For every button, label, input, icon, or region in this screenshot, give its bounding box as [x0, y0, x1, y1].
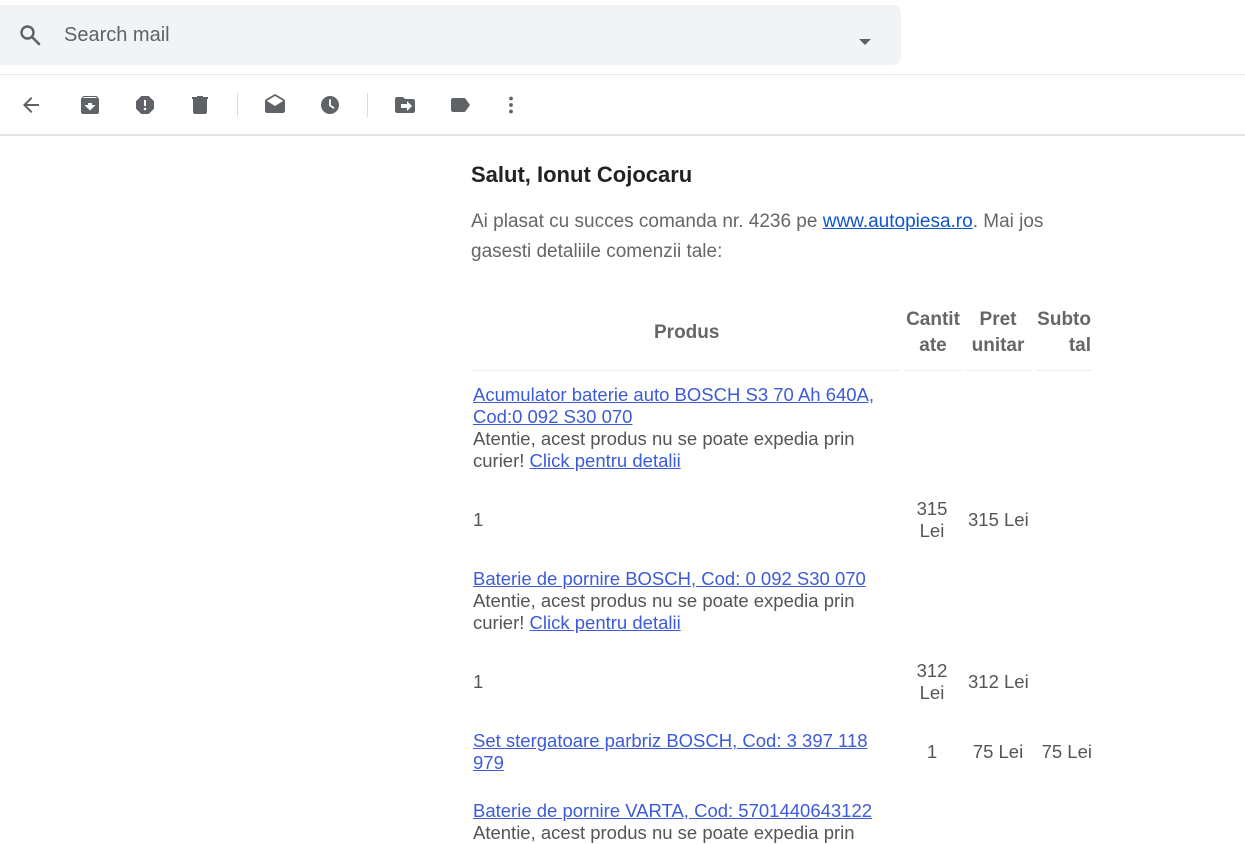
labels-button[interactable] — [448, 93, 472, 117]
item-subtotal: 315 Lei — [968, 509, 1029, 530]
delete-button[interactable] — [188, 93, 212, 117]
shipping-note: Atentie, acest produs nu se poate expedi… — [473, 590, 855, 633]
toolbar-separator — [367, 93, 368, 117]
message-toolbar — [0, 76, 1245, 134]
back-button[interactable] — [19, 93, 43, 117]
product-link-bosch-s3[interactable]: Acumulator baterie auto BOSCH S3 70 Ah 6… — [473, 384, 874, 428]
details-link[interactable]: Click pentru detalii — [530, 450, 681, 471]
snooze-button[interactable] — [318, 93, 342, 117]
label-icon — [451, 98, 470, 112]
email-intro: Ai plasat cu succes comanda nr. 4236 pe … — [471, 211, 1044, 262]
report-spam-icon — [136, 96, 154, 114]
snooze-icon — [321, 96, 339, 114]
toolbar-separator — [237, 93, 238, 117]
report-spam-button[interactable] — [133, 93, 157, 117]
item-unit-price: 75 Lei — [972, 741, 1024, 762]
back-arrow-icon — [23, 97, 39, 113]
item-subtotal: 312 Lei — [968, 671, 1029, 692]
more-vert-icon — [509, 96, 513, 114]
archive-icon — [81, 96, 99, 114]
move-to-icon — [395, 97, 415, 113]
mark-unread-icon — [265, 94, 285, 113]
header-rule — [904, 370, 962, 371]
header-unit-price: Pret unitar — [971, 309, 1025, 356]
header-rule — [965, 370, 1031, 371]
archive-button[interactable] — [78, 93, 102, 117]
item-subtotal: 75 Lei — [1041, 741, 1092, 762]
item-quantity: 1 — [473, 509, 484, 530]
header-divider — [0, 74, 1245, 75]
item-unit-price: 315 Lei — [916, 498, 948, 541]
product-link-varta[interactable]: Baterie de pornire VARTA, Cod: 570144064… — [473, 800, 872, 822]
move-to-button[interactable] — [393, 93, 417, 117]
details-link[interactable]: Click pentru detalii — [530, 612, 681, 633]
delete-icon — [192, 96, 208, 114]
header-rule — [473, 370, 900, 371]
shipping-note: Atentie, acest produs nu se poate expedi… — [473, 428, 855, 471]
item-unit-price: 312 Lei — [916, 660, 948, 703]
header-subtotal: Subto tal — [1037, 309, 1091, 356]
search-bar[interactable] — [0, 5, 901, 65]
product-link-stergatoare[interactable]: Set stergatoare parbriz BOSCH, Cod: 3 39… — [473, 730, 868, 774]
mark-unread-button[interactable] — [263, 93, 287, 117]
header-rule — [1036, 370, 1092, 371]
toolbar-divider — [0, 134, 1245, 136]
item-quantity: 1 — [926, 741, 938, 762]
search-input[interactable] — [64, 19, 824, 51]
search-options-dropdown-icon[interactable] — [853, 29, 877, 53]
autopiesa-link[interactable]: www.autopiesa.ro — [823, 211, 973, 232]
product-link-bosch-pornire[interactable]: Baterie de pornire BOSCH, Cod: 0 092 S30… — [473, 568, 866, 590]
search-icon[interactable] — [18, 23, 42, 47]
header-product: Produs — [654, 322, 720, 343]
item-quantity: 1 — [473, 671, 484, 692]
shipping-note: Atentie, acest produs nu se poate expedi… — [473, 822, 855, 843]
more-options-button[interactable] — [499, 93, 523, 117]
header-quantity: Cantit ate — [906, 309, 960, 356]
email-greeting: Salut, Ionut Cojocaru — [471, 162, 693, 187]
